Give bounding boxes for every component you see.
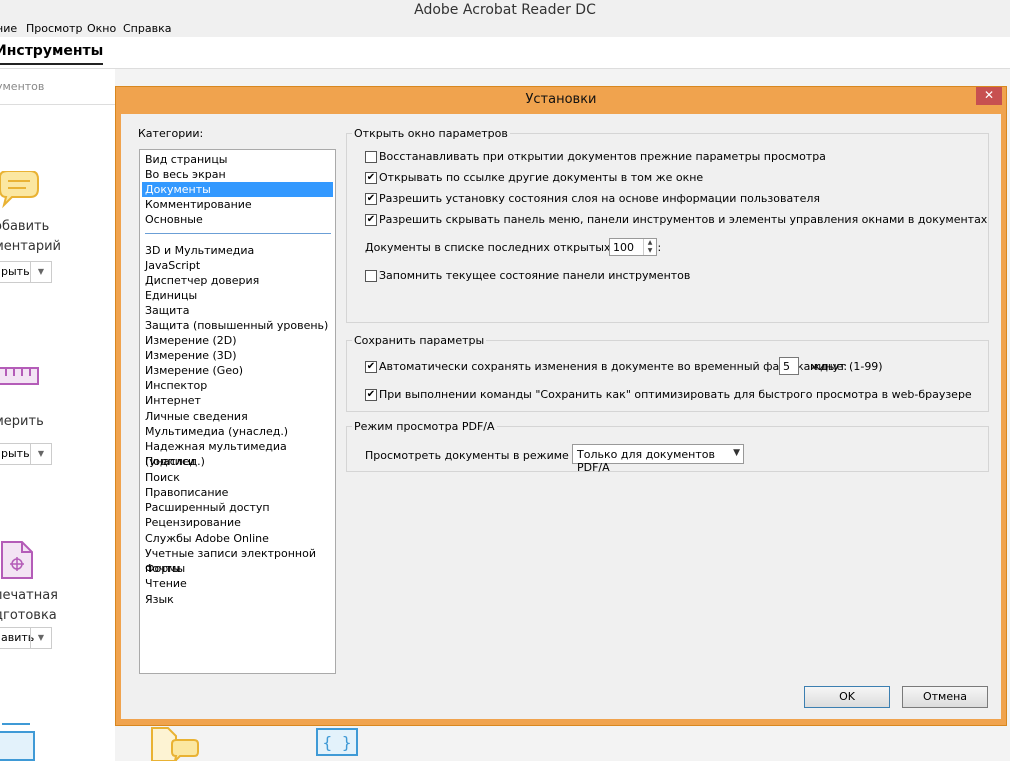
ok-button[interactable]: OK — [804, 686, 890, 708]
category-item[interactable]: Службы Adobe Online — [142, 531, 333, 546]
group-title: Открыть окно параметров — [352, 127, 510, 140]
autosave-checkbox[interactable]: ✔ — [365, 361, 377, 373]
tool-measure-label: мерить — [0, 414, 44, 429]
divider — [0, 104, 115, 105]
menu-help[interactable]: Справка — [123, 22, 171, 35]
chevron-down-icon: ▼ — [733, 448, 740, 458]
chevron-down-icon[interactable]: ▼ — [30, 262, 51, 282]
optimize-web-checkbox[interactable]: ✔ — [365, 389, 377, 401]
pdfa-group: Режим просмотра PDF/A Просмотреть докуме… — [346, 420, 989, 474]
menu-view[interactable]: Просмотр — [26, 22, 82, 35]
open-settings-group: Открыть окно параметров Восстанавливать … — [346, 127, 989, 323]
category-item[interactable]: Диспетчер доверия — [142, 273, 333, 288]
tools-bar: Инструменты — [0, 37, 1010, 69]
svg-text:{ }: { } — [323, 733, 352, 752]
bottom-tool-strip: { } — [0, 722, 1010, 761]
close-icon[interactable]: ✕ — [976, 87, 1002, 105]
category-item[interactable]: Измерение (2D) — [142, 333, 333, 348]
category-item[interactable]: Формы — [142, 561, 333, 576]
category-item[interactable]: Мультимедиа (унаслед.) — [142, 424, 333, 439]
dialog-body: Категории: Вид страницы Во весь экран До… — [121, 114, 1001, 719]
print-production-icon — [1, 541, 33, 579]
recent-files-value: 100 — [613, 241, 634, 254]
tool-measure-open-label: рыть — [1, 447, 30, 460]
code-icon: { } — [316, 728, 358, 756]
menu-edit[interactable]: ние — [0, 22, 17, 35]
category-item[interactable]: Основные — [142, 212, 333, 227]
category-item[interactable]: Измерение (3D) — [142, 348, 333, 363]
category-item[interactable]: Единицы — [142, 288, 333, 303]
hide-menubar-label: Разрешить скрывать панель меню, панели и… — [379, 213, 988, 226]
category-item[interactable]: Интернет — [142, 393, 333, 408]
remember-toolbar-checkbox[interactable] — [365, 270, 377, 282]
open-links-label: Открывать по ссылке другие документы в т… — [379, 171, 704, 184]
tool-comment-open-label: рыть — [1, 265, 30, 278]
form-icon — [0, 723, 35, 761]
category-item[interactable]: Защита (повышенный уровень) — [142, 318, 333, 333]
categories-label: Категории: — [138, 127, 204, 140]
category-item[interactable]: Чтение — [142, 576, 333, 591]
restore-view-label: Восстанавливать при открытии документов … — [379, 150, 826, 163]
category-item-selected[interactable]: Документы — [142, 182, 333, 197]
pdfa-mode-select[interactable]: Только для документов PDF/A ▼ — [572, 444, 744, 474]
layer-state-checkbox[interactable]: ✔ — [365, 193, 377, 205]
category-item[interactable]: Защита — [142, 303, 333, 318]
tool-measure-open-button[interactable]: рыть ▼ — [0, 443, 52, 465]
chevron-down-icon[interactable]: ▼ — [30, 444, 51, 464]
save-settings-group: Сохранить параметры ✔ Автоматически сохр… — [346, 334, 989, 412]
category-item[interactable]: Вид страницы — [142, 152, 333, 167]
pdfa-mode-value: Только для документов PDF/A — [577, 448, 715, 474]
category-item[interactable]: Во весь экран — [142, 167, 333, 182]
category-item[interactable]: Учетные записи электронной почты — [142, 546, 333, 575]
comment-icon — [0, 171, 39, 209]
tool-comment-label: обавить — [0, 219, 50, 234]
optimize-web-label: При выполнении команды "Сохранить как" о… — [379, 388, 972, 401]
cancel-button[interactable]: Отмена — [902, 686, 988, 708]
tools-panel: ументов обавить ментарий рыть ▼ мерить р… — [0, 69, 115, 761]
category-item[interactable]: Измерение (Geo) — [142, 363, 333, 378]
categories-list[interactable]: Вид страницы Во весь экран Документы Ком… — [139, 149, 336, 674]
chevron-down-icon[interactable]: ▼ — [30, 628, 51, 648]
divider — [145, 233, 331, 234]
autosave-minutes-input[interactable]: 5 — [779, 357, 799, 375]
category-item[interactable]: Инспектор — [142, 378, 333, 393]
category-item[interactable]: Подписи — [142, 454, 333, 469]
category-item[interactable]: Правописание — [142, 485, 333, 500]
recent-files-stepper[interactable]: 100 ▲ ▼ — [609, 238, 657, 256]
category-item[interactable]: Поиск — [142, 470, 333, 485]
hide-menubar-checkbox[interactable]: ✔ — [365, 214, 377, 226]
layer-state-label: Разрешить установку состояния слоя на ос… — [379, 192, 821, 205]
autosave-label: Автоматически сохранять изменения в доку… — [379, 360, 848, 373]
app-title: Adobe Acrobat Reader DC — [0, 0, 1010, 20]
dialog-title: Установки — [525, 92, 597, 107]
restore-view-checkbox[interactable] — [365, 151, 377, 163]
tab-tools[interactable]: Инструменты — [0, 43, 104, 65]
open-links-same-window-checkbox[interactable]: ✔ — [365, 172, 377, 184]
category-item[interactable]: JavaScript — [142, 258, 333, 273]
tool-comment-label2: ментарий — [0, 239, 61, 254]
category-item[interactable]: 3D и Мультимедиа — [142, 243, 333, 258]
stepper-arrows-icon[interactable]: ▲ ▼ — [643, 239, 656, 255]
category-item[interactable]: Расширенный доступ — [142, 500, 333, 515]
category-item[interactable]: Рецензирование — [142, 515, 333, 530]
category-item[interactable]: Язык — [142, 592, 333, 607]
tool-comment-open-button[interactable]: рыть ▼ — [0, 261, 52, 283]
tool-print-label: печатная — [0, 588, 59, 603]
menu-bar: ние Просмотр Окно Справка — [0, 20, 1010, 38]
autosave-unit-label: минут (1-99) — [810, 360, 883, 373]
remember-toolbar-label: Запомнить текущее состояние панели инстр… — [379, 269, 691, 282]
category-item[interactable]: Комментирование — [142, 197, 333, 212]
search-tools-input[interactable]: ументов — [0, 80, 44, 93]
tool-print-label2: дготовка — [0, 608, 57, 623]
preferences-dialog: Установки ✕ Категории: Вид страницы Во в… — [115, 86, 1007, 726]
group-title: Сохранить параметры — [352, 334, 487, 347]
category-item[interactable]: Надежная мультимедиа (унаслед.) — [142, 439, 333, 468]
category-item[interactable]: Личные сведения — [142, 409, 333, 424]
group-title: Режим просмотра PDF/A — [352, 420, 497, 433]
ruler-icon — [0, 367, 39, 385]
comment-doc-icon — [151, 727, 199, 761]
tool-print-add-button[interactable]: авить ▼ — [0, 627, 52, 649]
menu-window[interactable]: Окно — [87, 22, 116, 35]
